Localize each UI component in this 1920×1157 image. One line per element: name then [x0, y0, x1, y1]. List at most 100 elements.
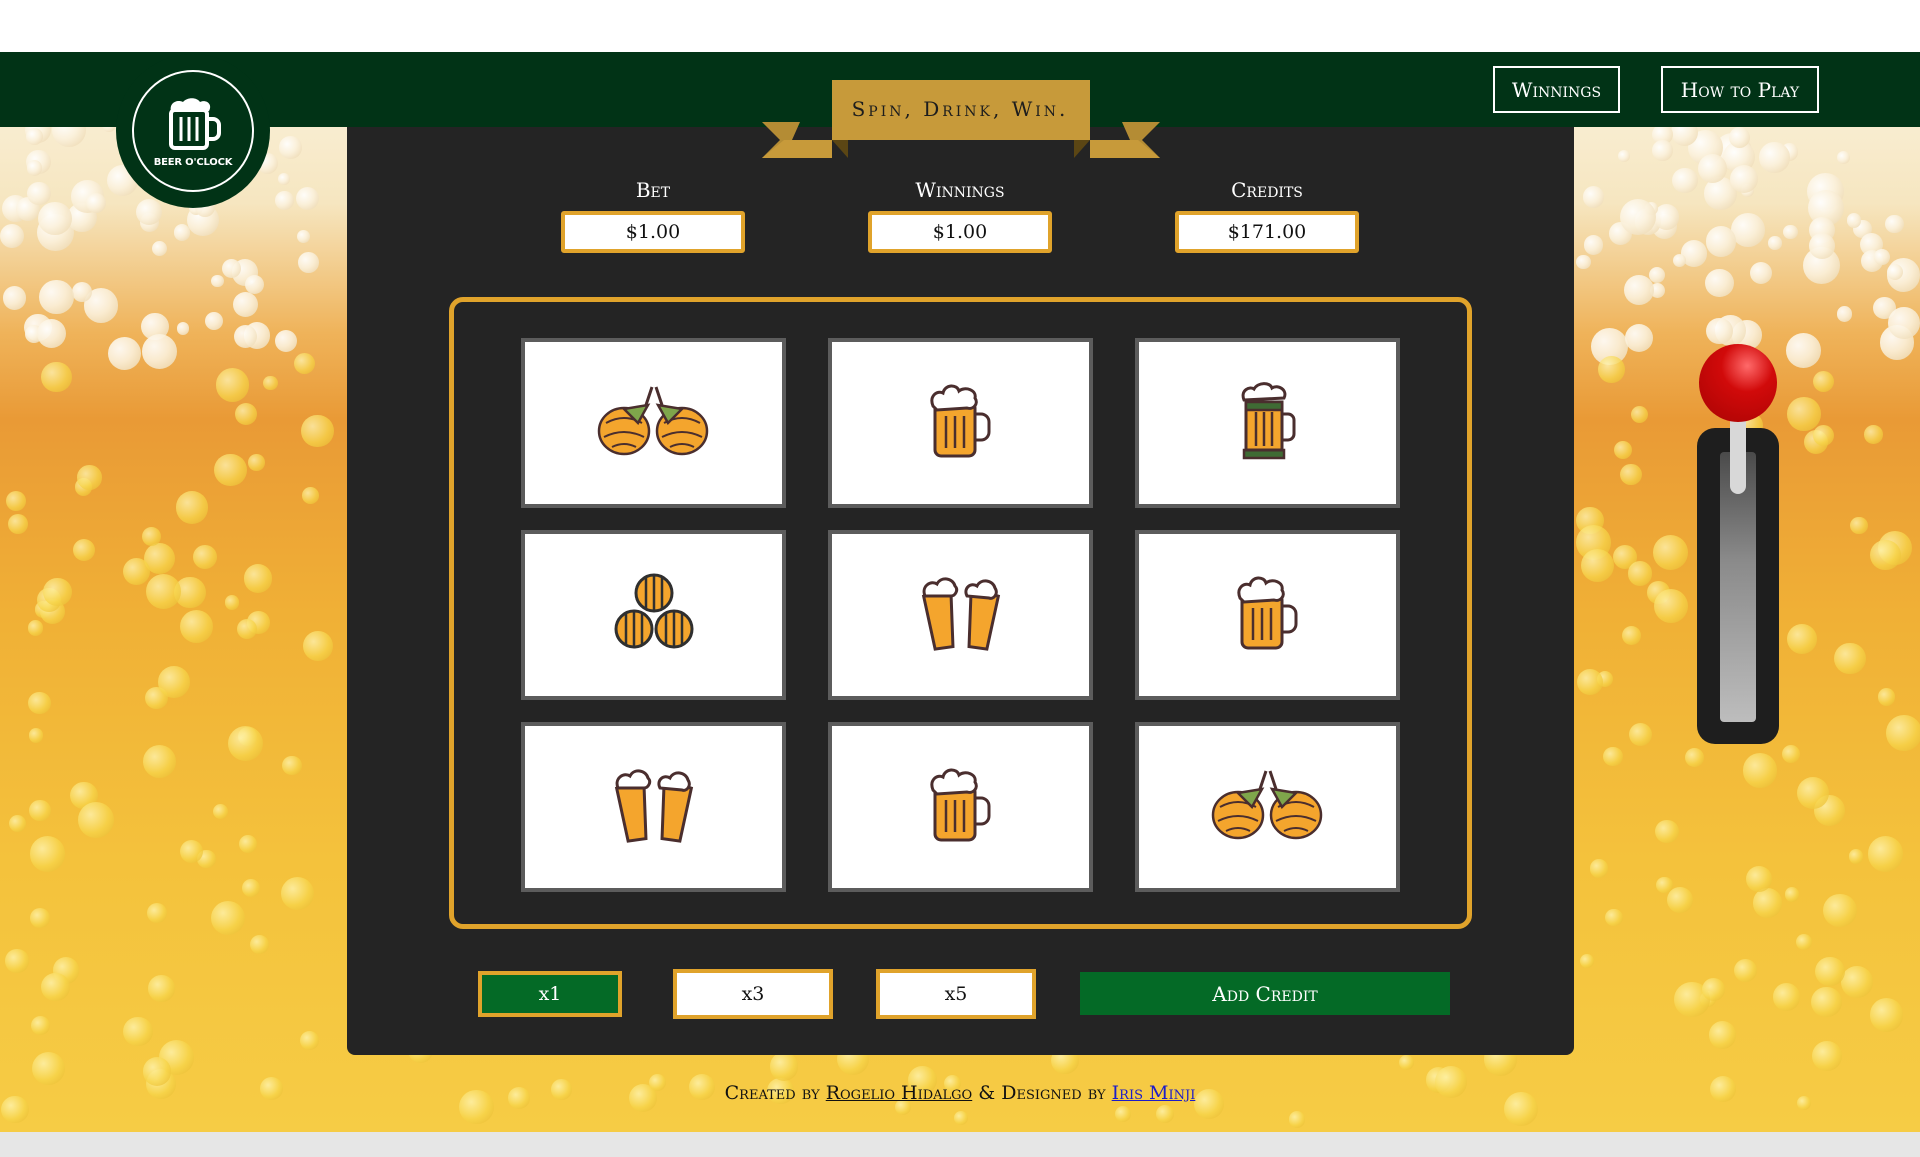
- reel-cell: [828, 530, 1093, 700]
- beer-bubble: [145, 573, 181, 609]
- beer-bubble: [1685, 748, 1705, 768]
- lever-knob[interactable]: [1699, 344, 1777, 422]
- beer-bubble: [1811, 986, 1842, 1018]
- author-link[interactable]: Rogelio Hidalgo: [826, 1082, 973, 1104]
- beer-bubble: [1734, 958, 1758, 982]
- beer-bubble: [215, 368, 250, 402]
- beer-bubble: [1577, 668, 1604, 695]
- foam-bubble: [1873, 248, 1890, 265]
- bet-label: Bet: [635, 178, 671, 202]
- beer-bubble: [1655, 819, 1679, 844]
- foam-bubble: [274, 330, 297, 352]
- beer-bubble: [1627, 561, 1653, 587]
- nav-how-to-play-button[interactable]: How to Play: [1661, 66, 1819, 113]
- beer-bubble: [1781, 745, 1800, 764]
- beer-bubble: [158, 666, 190, 698]
- foam-bubble: [1705, 226, 1737, 257]
- beer-bubble: [8, 814, 26, 832]
- barrels-icon: [612, 573, 696, 657]
- reel-cell: [1135, 530, 1400, 700]
- beer-bubble: [1868, 836, 1904, 872]
- foam-bubble: [279, 136, 302, 159]
- beer-bubble: [1667, 887, 1693, 914]
- beer-bubble: [5, 490, 27, 512]
- foam-bubble: [152, 240, 168, 256]
- foam-bubble: [1625, 323, 1654, 352]
- nav-winnings-button[interactable]: Winnings: [1493, 66, 1620, 113]
- designer-link[interactable]: Iris Minji: [1112, 1082, 1196, 1104]
- beer-bubble: [72, 539, 95, 562]
- lever-handle[interactable]: [1730, 410, 1746, 494]
- foam-bubble: [1697, 154, 1727, 184]
- beer-bubble: [28, 692, 51, 715]
- beer-bubble: [1288, 1111, 1306, 1128]
- foam-bubble: [204, 312, 223, 330]
- multiplier-x5-button[interactable]: x5: [876, 969, 1036, 1019]
- add-credit-button[interactable]: Add Credit: [1080, 972, 1450, 1015]
- beer-bubble: [30, 908, 51, 929]
- beer-bubble: [8, 513, 29, 534]
- page: BEER O'CLOCK Winnings How to Play Spin, …: [0, 0, 1920, 1157]
- reel-cell: [828, 338, 1093, 508]
- foam-bubble: [1749, 262, 1772, 285]
- beer-bubble: [214, 453, 248, 487]
- bottom-strip: [0, 1132, 1920, 1157]
- foam-bubble: [1885, 214, 1904, 233]
- foam-bubble: [38, 201, 72, 236]
- foam-bubble: [85, 193, 106, 214]
- beer-bubble: [43, 577, 72, 606]
- foam-bubble: [27, 182, 51, 206]
- logo-ring: BEER O'CLOCK: [132, 70, 254, 192]
- foam-bubble: [211, 274, 224, 287]
- foam-bubble: [298, 252, 319, 273]
- beer-bubble: [1580, 548, 1614, 582]
- foam-bubble: [0, 224, 24, 248]
- foam-bubble: [1836, 305, 1853, 322]
- beer-bubble: [1399, 1054, 1415, 1071]
- reel-cell: [521, 338, 786, 508]
- beer-bubble: [5, 949, 29, 973]
- foam-bubble: [1728, 126, 1751, 148]
- credits-label: Credits: [1231, 178, 1303, 202]
- beer-bubble: [1621, 625, 1642, 646]
- banner-text: Spin, Drink, Win.: [851, 96, 1069, 121]
- beer-bubble: [1772, 983, 1801, 1011]
- multiplier-x3-button[interactable]: x3: [673, 969, 833, 1019]
- beer-bubble: [122, 1016, 153, 1047]
- foam-bubble: [1836, 150, 1850, 164]
- beer-bubble: [1653, 588, 1688, 624]
- foam-bubble: [296, 186, 320, 211]
- foam-bubble: [39, 279, 74, 314]
- beer-bubble: [1815, 956, 1845, 987]
- credits-value: $171.00: [1175, 211, 1359, 253]
- cheers-icon: [614, 766, 694, 848]
- beer-bubble: [192, 545, 217, 570]
- foam-bubble: [1672, 253, 1687, 268]
- foam-bubble: [1649, 266, 1666, 283]
- beer-bubble: [1869, 998, 1904, 1032]
- beer-bubble: [1742, 753, 1778, 789]
- beer-bubble: [250, 935, 270, 955]
- beer-bubble: [1850, 516, 1868, 534]
- beer-bubble: [1629, 723, 1653, 747]
- foam-bubble: [142, 334, 178, 370]
- beer-bubble: [142, 744, 177, 779]
- foam-bubble: [1618, 149, 1631, 162]
- beer-bubble: [147, 903, 168, 924]
- beer-bubble: [1702, 977, 1726, 1002]
- reel-cell: [521, 530, 786, 700]
- beer-bubble: [1603, 746, 1623, 767]
- beer-bubble: [953, 1110, 969, 1126]
- beer-bubble: [1709, 1021, 1737, 1049]
- beer-bubble: [1605, 908, 1623, 927]
- logo[interactable]: BEER O'CLOCK: [116, 54, 270, 208]
- beer-bubble: [243, 564, 273, 593]
- hops-icon: [1208, 767, 1328, 847]
- multiplier-x1-button[interactable]: x1: [478, 971, 622, 1017]
- beer-bubble: [31, 1052, 65, 1086]
- foam-bubble: [1582, 186, 1604, 208]
- reel-cell: [521, 722, 786, 892]
- beer-bubble: [1870, 539, 1901, 571]
- reel-cell: [1135, 338, 1400, 508]
- beer-bubble: [1653, 534, 1688, 570]
